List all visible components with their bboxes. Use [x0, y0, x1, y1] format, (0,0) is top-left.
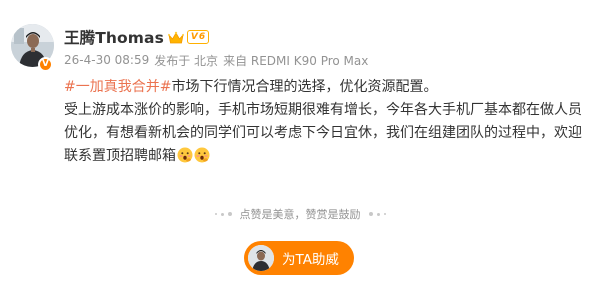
- face-with-hand-over-mouth-emoji-icon: [177, 147, 193, 163]
- user-level-badge: V6: [186, 30, 210, 44]
- author-name[interactable]: 王腾Thomas: [64, 26, 164, 48]
- user-level-value: 6: [198, 32, 206, 42]
- cheer-button-avatar: [248, 245, 274, 271]
- face-with-hand-over-mouth-emoji-icon: [194, 147, 210, 163]
- post-content: #一加真我合并#市场下行情况合理的选择，优化资源配置。 受上游成本涨价的影响，手…: [64, 76, 594, 168]
- post-source: 来自 REDMI K90 Pro Max: [223, 53, 369, 68]
- right-dots-decoration: [368, 212, 386, 216]
- content-paragraph-2: 受上游成本涨价的影响，手机市场短期很难有增长，今年各大手机厂基本都在做人员优化，…: [64, 99, 594, 168]
- content-line-1: #一加真我合并#市场下行情况合理的选择，优化资源配置。: [64, 76, 594, 99]
- weibo-post: V 王腾Thomas V6 26-4-30 08:59 发布于 北京 来自 RE…: [0, 0, 600, 290]
- verified-badge-icon: V: [38, 57, 53, 72]
- crown-icon: [167, 30, 184, 44]
- left-dots-decoration: [214, 212, 232, 216]
- content-paragraph-2-text: 受上游成本涨价的影响，手机市场短期很难有增长，今年各大手机厂基本都在做人员优化，…: [64, 102, 582, 164]
- like-tip-text: 点赞是美意，赞赏是鼓励: [239, 208, 361, 221]
- cheer-button-label: 为TA助威: [282, 252, 339, 268]
- post-meta: 26-4-30 08:59 发布于 北京 来自 REDMI K90 Pro Ma…: [64, 52, 373, 68]
- author-row: 王腾Thomas V6: [64, 26, 210, 48]
- cheer-button[interactable]: 为TA助威: [244, 241, 354, 275]
- post-location: 发布于 北京: [154, 53, 219, 68]
- post-date[interactable]: 26-4-30 08:59: [64, 53, 149, 67]
- topic-link[interactable]: #一加真我合并#: [64, 79, 171, 95]
- like-tip-row: 点赞是美意，赞赏是鼓励: [0, 205, 600, 223]
- content-line-1-text: 市场下行情况合理的选择，优化资源配置。: [171, 79, 438, 95]
